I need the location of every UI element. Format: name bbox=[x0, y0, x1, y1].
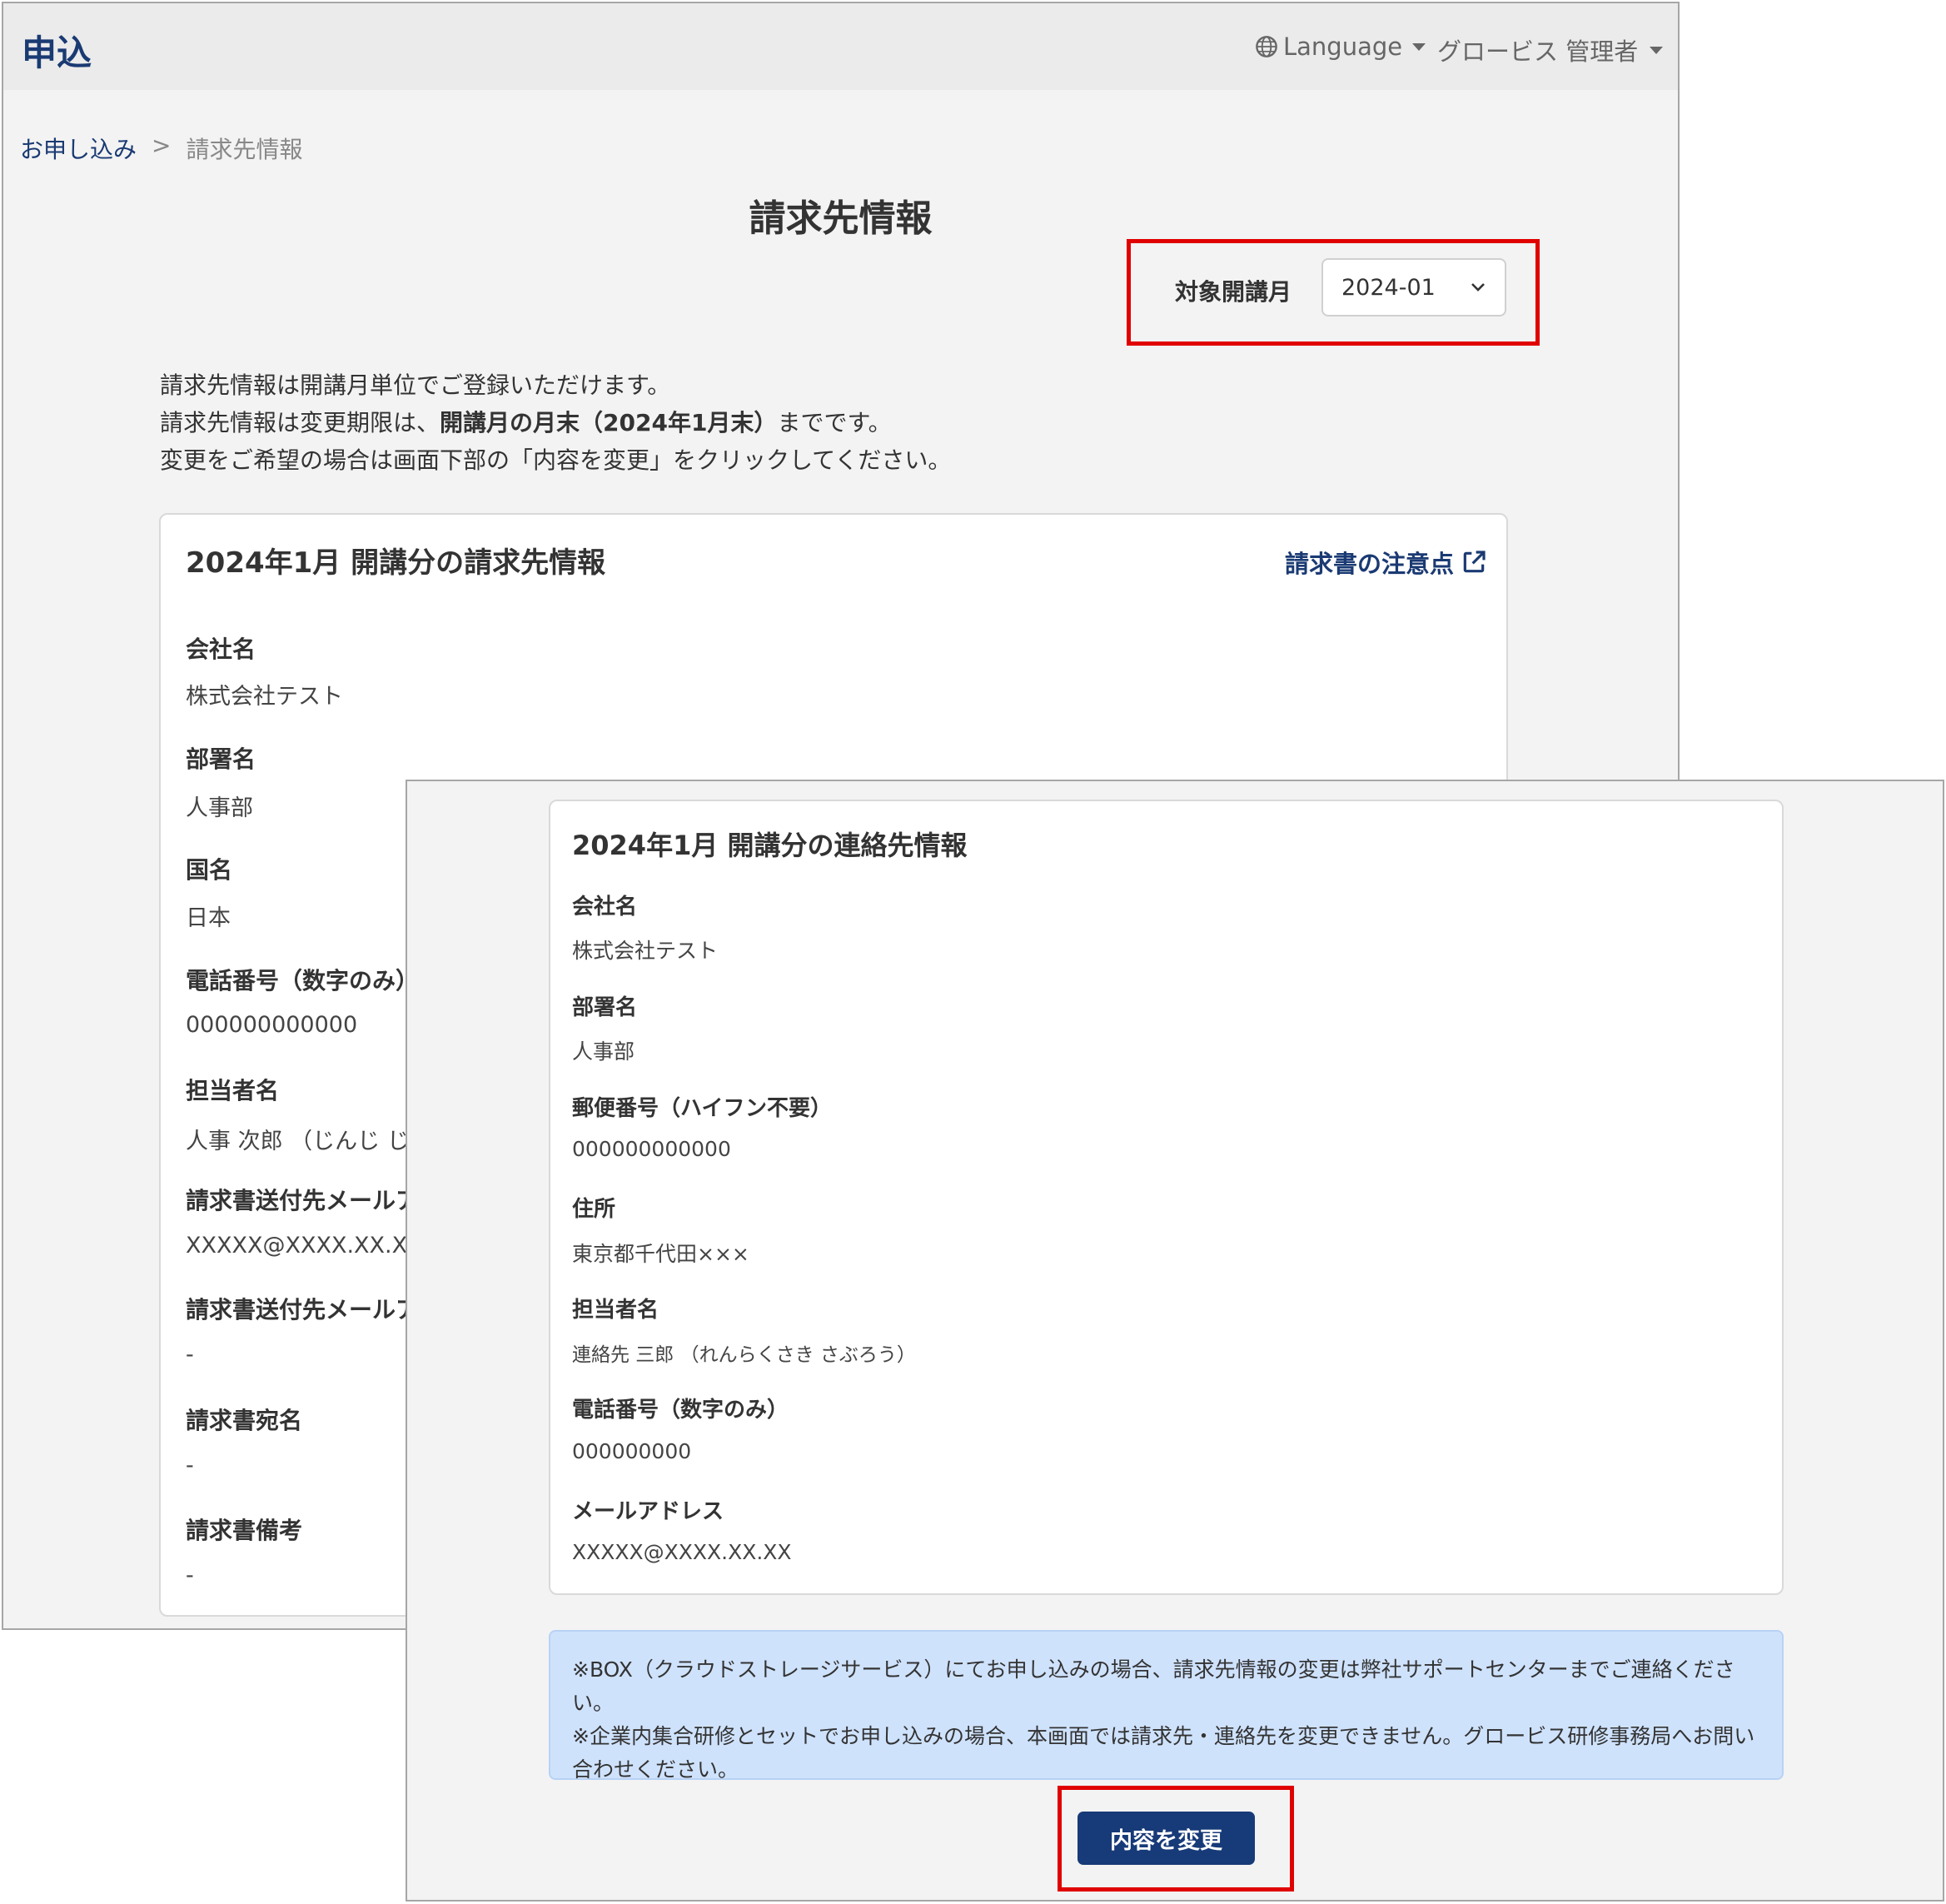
field-value-invoice-email: XXXXX@XXXX.XX.XX bbox=[186, 1233, 423, 1259]
field-label-contact-person: 担当者名 bbox=[186, 1077, 280, 1104]
intro-line-1: 請求先情報は開講月単位でご登録いただけます。 bbox=[160, 371, 671, 399]
contact-value-phone: 000000000 bbox=[572, 1439, 692, 1463]
globe-icon bbox=[1256, 36, 1277, 57]
invoice-notice-label: 請求書の注意点 bbox=[1285, 550, 1455, 578]
info-line-1: ※BOX（クラウドストレージサービス）にてお申し込みの場合、請求先情報の変更は弊… bbox=[572, 1657, 1735, 1715]
field-label-invoice-notes: 請求書備考 bbox=[186, 1517, 303, 1544]
contact-label-person: 担当者名 bbox=[572, 1298, 659, 1323]
invoice-notice-link[interactable]: 請求書の注意点 bbox=[1285, 545, 1487, 580]
contact-value-person: 連絡先 三郎 （れんらくさき さぶろう） bbox=[572, 1344, 916, 1366]
contact-value-company: 株式会社テスト bbox=[572, 939, 719, 963]
breadcrumb: お申し込み > 請求先情報 bbox=[20, 132, 303, 165]
field-value-department: 人事部 bbox=[186, 795, 253, 821]
user-menu[interactable]: グロービス 管理者 bbox=[1437, 32, 1664, 67]
external-link-icon bbox=[1463, 551, 1486, 573]
caret-down-icon bbox=[1650, 46, 1664, 54]
month-select-value: 2024-01 bbox=[1341, 274, 1436, 301]
contact-value-address: 東京都千代田××× bbox=[572, 1242, 749, 1266]
contact-label-email: メールアドレス bbox=[572, 1499, 724, 1524]
field-value-invoice-notes: - bbox=[186, 1563, 194, 1588]
intro-line-2: 請求先情報は変更期限は、開講月の月末（2024年1月末）までです。 bbox=[160, 404, 951, 441]
field-value-phone: 000000000000 bbox=[186, 1012, 358, 1038]
intro-line-3: 変更をご希望の場合は画面下部の「内容を変更」をクリックしてください。 bbox=[160, 446, 952, 474]
info-alert: ※BOX（クラウドストレージサービス）にてお申し込みの場合、請求先情報の変更は弊… bbox=[549, 1630, 1784, 1782]
breadcrumb-parent-link[interactable]: お申し込み bbox=[20, 132, 137, 165]
contact-value-postal-code: 000000000000 bbox=[572, 1137, 731, 1161]
info-line-2: ※企業内集合研修とセットでお申し込みの場合、本画面では請求先・連絡先を変更できま… bbox=[572, 1724, 1755, 1748]
billing-card-title: 2024年1月 開講分の請求先情報 bbox=[186, 546, 606, 580]
month-select[interactable]: 2024-01 bbox=[1321, 258, 1506, 317]
page-title: 請求先情報 bbox=[749, 197, 933, 240]
contact-label-company: 会社名 bbox=[572, 895, 638, 920]
contact-info-card: 2024年1月 開講分の連絡先情報 会社名 株式会社テスト 部署名 人事部 郵便… bbox=[549, 800, 1784, 1595]
contact-label-phone: 電話番号（数字のみ） bbox=[572, 1398, 789, 1423]
field-label-department: 部署名 bbox=[186, 745, 256, 773]
contact-card-title: 2024年1月 開講分の連絡先情報 bbox=[572, 830, 968, 861]
breadcrumb-separator: > bbox=[152, 132, 172, 159]
intro-line-2-bold: 開講月の月末（2024年1月末） bbox=[440, 409, 778, 436]
field-label-invoice-email: 請求書送付先メールア bbox=[186, 1187, 420, 1214]
contact-info-window: 2024年1月 開講分の連絡先情報 会社名 株式会社テスト 部署名 人事部 郵便… bbox=[406, 780, 1944, 1902]
caret-down-icon bbox=[1412, 42, 1426, 51]
field-label-country: 国名 bbox=[186, 856, 233, 884]
language-menu[interactable]: Language bbox=[1255, 32, 1426, 61]
contact-label-department: 部署名 bbox=[572, 995, 638, 1020]
contact-value-email: XXXXX@XXXX.XX.XX bbox=[572, 1540, 792, 1564]
chevron-down-icon bbox=[1471, 283, 1485, 292]
month-selector-label: 対象開講月 bbox=[1175, 278, 1292, 306]
contact-label-postal-code: 郵便番号（ハイフン不要） bbox=[572, 1096, 833, 1121]
field-label-phone: 電話番号（数字のみ） bbox=[186, 967, 420, 994]
intro-text: 請求先情報は開講月単位でご登録いただけます。 請求先情報は変更期限は、開講月の月… bbox=[160, 366, 951, 479]
field-value-contact-person: 人事 次郎 （じんじ じろ bbox=[186, 1129, 432, 1154]
change-content-button[interactable]: 内容を変更 bbox=[1078, 1812, 1255, 1865]
contact-label-address: 住所 bbox=[572, 1197, 616, 1222]
info-line-3: 合わせください。 bbox=[572, 1757, 739, 1782]
brand-title[interactable]: 申込 bbox=[22, 25, 92, 76]
intro-line-2-post: までです。 bbox=[777, 409, 892, 436]
field-value-country: 日本 bbox=[186, 905, 231, 931]
field-label-company: 会社名 bbox=[186, 635, 256, 663]
field-value-company: 株式会社テスト bbox=[186, 684, 343, 710]
user-name: グロービス 管理者 bbox=[1437, 37, 1639, 66]
field-label-invoice-addressee: 請求書宛名 bbox=[186, 1407, 303, 1434]
field-label-invoice-email-2: 請求書送付先メールア bbox=[186, 1296, 420, 1323]
field-value-invoice-addressee: - bbox=[186, 1453, 194, 1478]
field-value-invoice-email-2: - bbox=[186, 1342, 194, 1368]
breadcrumb-current: 請求先情報 bbox=[186, 136, 303, 163]
language-label: Language bbox=[1283, 32, 1403, 61]
contact-value-department: 人事部 bbox=[572, 1039, 635, 1064]
intro-line-2-pre: 請求先情報は変更期限は、 bbox=[160, 409, 440, 436]
top-navbar: 申込 Language グロービス 管理者 bbox=[3, 3, 1678, 90]
